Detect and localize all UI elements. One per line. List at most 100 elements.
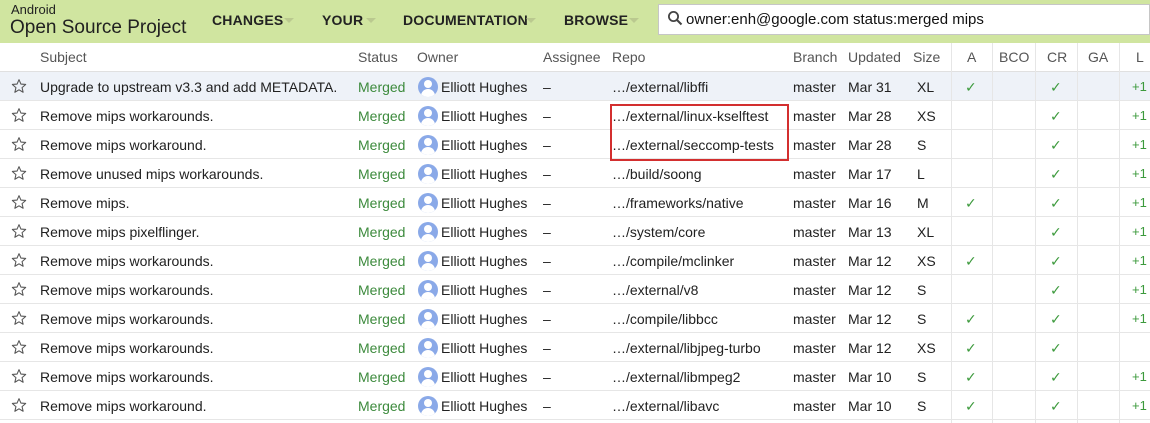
- cell-owner[interactable]: Elliott Hughes: [441, 137, 527, 153]
- star-icon[interactable]: [11, 107, 27, 123]
- cell-branch[interactable]: master: [793, 195, 836, 211]
- cell-subject[interactable]: Remove mips pixelflinger.: [40, 224, 200, 240]
- star-icon[interactable]: [11, 136, 27, 152]
- cell-owner[interactable]: Elliott Hughes: [441, 166, 527, 182]
- cell-branch[interactable]: master: [793, 253, 836, 269]
- star-icon[interactable]: [11, 78, 27, 94]
- cell-repo[interactable]: …/external/libjpeg-turbo: [612, 340, 761, 356]
- cell-owner[interactable]: Elliott Hughes: [441, 340, 527, 356]
- star-icon[interactable]: [11, 310, 27, 326]
- cell-subject[interactable]: Remove mips workarounds.: [40, 311, 214, 327]
- nav-your[interactable]: YOUR: [322, 12, 363, 28]
- avatar-icon[interactable]: [418, 106, 438, 126]
- column-header-ga[interactable]: GA: [1088, 49, 1108, 65]
- column-header-bco[interactable]: BCO: [999, 49, 1029, 65]
- column-header-updated[interactable]: Updated: [848, 49, 901, 65]
- cell-owner[interactable]: Elliott Hughes: [441, 195, 527, 211]
- cell-owner[interactable]: Elliott Hughes: [441, 282, 527, 298]
- avatar-icon[interactable]: [418, 164, 438, 184]
- nav-changes[interactable]: CHANGES: [212, 12, 283, 28]
- star-icon[interactable]: [11, 223, 27, 239]
- chevron-down-icon[interactable]: [366, 18, 376, 23]
- avatar-icon[interactable]: [418, 367, 438, 387]
- cell-branch[interactable]: master: [793, 311, 836, 327]
- avatar-icon[interactable]: [418, 309, 438, 329]
- column-header-l[interactable]: L: [1136, 49, 1144, 65]
- star-icon[interactable]: [11, 165, 27, 181]
- cell-subject[interactable]: Remove mips workarounds.: [40, 253, 214, 269]
- nav-documentation[interactable]: DOCUMENTATION: [403, 12, 528, 28]
- table-row[interactable]: [0, 188, 1150, 217]
- avatar-icon[interactable]: [418, 222, 438, 242]
- cell-owner[interactable]: Elliott Hughes: [441, 398, 527, 414]
- cell-branch[interactable]: master: [793, 79, 836, 95]
- cell-subject[interactable]: Upgrade to upstream v3.3 and add METADAT…: [40, 79, 337, 95]
- avatar-icon[interactable]: [418, 77, 438, 97]
- cell-size: S: [917, 398, 927, 414]
- cell-repo[interactable]: …/build/soong: [612, 166, 702, 182]
- cell-repo[interactable]: …/external/libffi: [612, 79, 708, 95]
- cell-owner[interactable]: Elliott Hughes: [441, 224, 527, 240]
- cell-branch[interactable]: master: [793, 398, 836, 414]
- cell-repo[interactable]: …/external/v8: [612, 282, 698, 298]
- cell-branch[interactable]: master: [793, 137, 836, 153]
- column-header-branch[interactable]: Branch: [793, 49, 837, 65]
- column-header-a[interactable]: A: [967, 49, 976, 65]
- column-header-repo[interactable]: Repo: [612, 49, 645, 65]
- cell-subject[interactable]: Remove unused mips workarounds.: [40, 166, 263, 182]
- cell-owner[interactable]: Elliott Hughes: [441, 108, 527, 124]
- cell-owner[interactable]: Elliott Hughes: [441, 311, 527, 327]
- cell-subject[interactable]: Remove mips workarounds.: [40, 282, 214, 298]
- star-icon[interactable]: [11, 252, 27, 268]
- column-header-owner[interactable]: Owner: [417, 49, 458, 65]
- cell-repo[interactable]: …/compile/libbcc: [612, 311, 718, 327]
- cell-subject[interactable]: Remove mips workarounds.: [40, 340, 214, 356]
- cell-branch[interactable]: master: [793, 108, 836, 124]
- star-icon[interactable]: [11, 281, 27, 297]
- cell-branch[interactable]: master: [793, 166, 836, 182]
- cell-label-a: ✓: [965, 369, 977, 385]
- avatar-icon[interactable]: [418, 396, 438, 416]
- cell-repo[interactable]: …/frameworks/native: [612, 195, 743, 211]
- column-header-assignee[interactable]: Assignee: [543, 49, 601, 65]
- chevron-down-icon[interactable]: [284, 18, 294, 23]
- avatar-icon[interactable]: [418, 251, 438, 271]
- cell-owner[interactable]: Elliott Hughes: [441, 79, 527, 95]
- cell-repo[interactable]: …/system/core: [612, 224, 705, 240]
- cell-owner[interactable]: Elliott Hughes: [441, 253, 527, 269]
- cell-subject[interactable]: Remove mips workarounds.: [40, 108, 214, 124]
- cell-subject[interactable]: Remove mips.: [40, 195, 129, 211]
- star-icon[interactable]: [11, 194, 27, 210]
- avatar-icon[interactable]: [418, 338, 438, 358]
- chevron-down-icon[interactable]: [629, 18, 639, 23]
- cell-subject[interactable]: Remove mips workaround.: [40, 137, 207, 153]
- search-icon[interactable]: [667, 10, 683, 26]
- column-header-status[interactable]: Status: [358, 49, 398, 65]
- cell-subject[interactable]: Remove mips workaround.: [40, 398, 207, 414]
- star-icon[interactable]: [11, 397, 27, 413]
- cell-repo[interactable]: …/compile/mclinker: [612, 253, 734, 269]
- column-header-size[interactable]: Size: [913, 49, 940, 65]
- cell-branch[interactable]: master: [793, 224, 836, 240]
- cell-assignee: –: [543, 166, 551, 182]
- search-input[interactable]: [686, 8, 1141, 30]
- star-icon[interactable]: [11, 368, 27, 384]
- chevron-down-icon[interactable]: [526, 18, 536, 23]
- brand-title[interactable]: Open Source Project: [10, 17, 186, 39]
- cell-branch[interactable]: master: [793, 340, 836, 356]
- cell-label-a: ✓: [965, 79, 977, 95]
- column-header-cr[interactable]: CR: [1047, 49, 1067, 65]
- cell-branch[interactable]: master: [793, 282, 836, 298]
- nav-browse[interactable]: BROWSE: [564, 12, 628, 28]
- cell-repo[interactable]: …/external/libmpeg2: [612, 369, 740, 385]
- avatar-icon[interactable]: [418, 135, 438, 155]
- avatar-icon[interactable]: [418, 193, 438, 213]
- cell-subject[interactable]: Remove mips workarounds.: [40, 369, 214, 385]
- cell-branch[interactable]: master: [793, 369, 836, 385]
- column-header-subject[interactable]: Subject: [40, 49, 87, 65]
- star-icon[interactable]: [11, 339, 27, 355]
- cell-owner[interactable]: Elliott Hughes: [441, 369, 527, 385]
- brand-android[interactable]: Android: [11, 3, 56, 17]
- avatar-icon[interactable]: [418, 280, 438, 300]
- cell-repo[interactable]: …/external/libavc: [612, 398, 719, 414]
